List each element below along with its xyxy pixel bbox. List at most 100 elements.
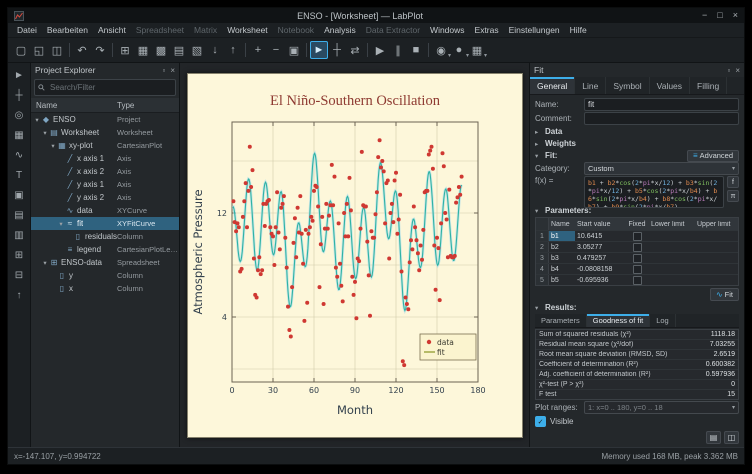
- param-name-cell[interactable]: b1: [549, 231, 575, 241]
- tree-item-y[interactable]: ▯yColumn: [31, 269, 179, 282]
- advanced-fit-button[interactable]: ≡ Advanced: [687, 150, 739, 162]
- tree-item-x-axis-2[interactable]: ╱x axis 2Axis: [31, 165, 179, 178]
- fixed-checkbox[interactable]: [633, 243, 642, 252]
- tree-item-enso[interactable]: ▾◆ENSOProject: [31, 113, 179, 126]
- redo-icon[interactable]: ↷: [91, 41, 109, 59]
- menu-datei[interactable]: Datei: [12, 25, 42, 35]
- functions-button[interactable]: f: [727, 176, 739, 188]
- fit-dock-close-icon[interactable]: ×: [735, 66, 740, 75]
- menu-einstellungen[interactable]: Einstellungen: [504, 25, 565, 35]
- chevron-down-icon[interactable]: ▾: [49, 142, 57, 150]
- zoom-tool-icon[interactable]: ◎: [11, 107, 27, 123]
- parameters-section-header[interactable]: ▾ Parameters:: [535, 205, 739, 216]
- tree-item-enso-data[interactable]: ▾⊞ENSO-dataSpreadsheet: [31, 256, 179, 269]
- fit-dock-float-icon[interactable]: ▫: [727, 66, 730, 75]
- tab-filling[interactable]: Filling: [690, 77, 727, 94]
- export-worksheet-tool-icon[interactable]: ↑: [11, 287, 27, 303]
- name-input[interactable]: [584, 98, 739, 111]
- param-name-cell[interactable]: b4: [549, 264, 575, 274]
- fixed-checkbox[interactable]: [633, 265, 642, 274]
- chevron-down-icon[interactable]: ▾: [41, 129, 49, 137]
- chevron-down-icon[interactable]: ▾: [33, 116, 41, 124]
- fixed-checkbox[interactable]: [633, 232, 642, 241]
- new-workbook-icon[interactable]: ⊞: [116, 41, 134, 59]
- param-row-b5[interactable]: 5b5-0.695936: [536, 274, 738, 285]
- plot-tools-icon[interactable]: ▦▾: [468, 41, 486, 59]
- save-results-button[interactable]: ◫: [724, 431, 739, 444]
- zoom-select-icon[interactable]: ◉▾: [432, 41, 450, 59]
- tree-item-x-axis-1[interactable]: ╱x axis 1Axis: [31, 152, 179, 165]
- data-section-header[interactable]: ▸ Data: [535, 126, 739, 137]
- grid-layout-tool-icon[interactable]: ⊞: [11, 247, 27, 263]
- minimize-button[interactable]: −: [702, 8, 707, 23]
- export-results-button[interactable]: ▤: [706, 431, 721, 444]
- tree-item-y-axis-1[interactable]: ╱y axis 1Axis: [31, 178, 179, 191]
- magnification-icon[interactable]: ●▾: [450, 41, 468, 59]
- add-image-tool-icon[interactable]: ▣: [11, 187, 27, 203]
- param-row-b3[interactable]: 3b30.479257: [536, 252, 738, 263]
- results-section-header[interactable]: ▾ Results:: [535, 302, 739, 313]
- param-start-value[interactable]: -0.695936: [575, 277, 625, 284]
- search-input[interactable]: [48, 82, 172, 93]
- param-start-value[interactable]: 10.6415: [575, 233, 625, 240]
- tree-item-worksheet[interactable]: ▾▤WorksheetWorksheet: [31, 126, 179, 139]
- fixed-checkbox[interactable]: [633, 276, 642, 285]
- results-tab-log[interactable]: Log: [650, 314, 676, 327]
- add-text-tool-icon[interactable]: T: [11, 167, 27, 183]
- menu-analysis[interactable]: Analysis: [319, 25, 361, 35]
- worksheet-view[interactable]: 0306090120150180412El Niño-Southern Osci…: [180, 63, 529, 447]
- crosshair-mode-icon[interactable]: ┼: [328, 41, 346, 59]
- tree-item-residuals[interactable]: ▯residualsColumn: [31, 230, 179, 243]
- param-row-b1[interactable]: 1b110.6415: [536, 230, 738, 241]
- vertical-layout-tool-icon[interactable]: ▤: [11, 207, 27, 223]
- chevron-down-icon[interactable]: ▾: [41, 259, 49, 267]
- param-row-b4[interactable]: 4b4-0.0808158: [536, 263, 738, 274]
- visible-checkbox[interactable]: ✓: [535, 416, 546, 427]
- select-tool-icon[interactable]: ►: [11, 67, 27, 83]
- category-select[interactable]: Custom ▾: [584, 162, 739, 175]
- tree-item-legend[interactable]: ≡legendCartesianPlotLegend: [31, 243, 179, 256]
- new-worksheet-icon[interactable]: ▤: [170, 41, 188, 59]
- document-new-icon[interactable]: ▢: [12, 41, 30, 59]
- worksheet-page[interactable]: 0306090120150180412El Niño-Southern Osci…: [187, 73, 523, 438]
- crosshair-tool-icon[interactable]: ┼: [11, 87, 27, 103]
- select-mode-icon[interactable]: ►: [310, 41, 328, 59]
- run-fit-button[interactable]: ∿ Fit: [710, 288, 739, 301]
- close-button[interactable]: ×: [733, 8, 738, 23]
- constants-button[interactable]: π: [727, 190, 739, 202]
- export-data-icon[interactable]: ↑: [224, 41, 242, 59]
- zoom-fit-icon[interactable]: ▣: [285, 41, 303, 59]
- param-start-value[interactable]: -0.0808158: [575, 266, 625, 273]
- add-plot-tool-icon[interactable]: ▦: [11, 127, 27, 143]
- dock-float-icon[interactable]: ▫: [163, 66, 166, 75]
- menu-ansicht[interactable]: Ansicht: [93, 25, 131, 35]
- explorer-column-headers[interactable]: Name Type: [31, 98, 179, 113]
- param-start-value[interactable]: 3.05277: [575, 244, 625, 251]
- fixed-checkbox[interactable]: [633, 254, 642, 263]
- document-save-icon[interactable]: ◫: [48, 41, 66, 59]
- results-tab-goodness-of-fit[interactable]: Goodness of fit: [587, 314, 650, 327]
- presenter-play-icon[interactable]: ▶: [371, 41, 389, 59]
- new-matrix-icon[interactable]: ▩: [152, 41, 170, 59]
- tab-line[interactable]: Line: [575, 77, 606, 94]
- xy-plot[interactable]: 0306090120150180412El Niño-Southern Osci…: [188, 74, 522, 437]
- menu-extras[interactable]: Extras: [470, 25, 504, 35]
- presenter-pause-icon[interactable]: ∥: [389, 41, 407, 59]
- menu-windows[interactable]: Windows: [425, 25, 469, 35]
- chevron-down-icon[interactable]: ▾: [57, 220, 65, 228]
- tab-symbol[interactable]: Symbol: [606, 77, 649, 94]
- menu-hilfe[interactable]: Hilfe: [565, 25, 592, 35]
- tab-general[interactable]: General: [530, 77, 575, 94]
- column-header-type[interactable]: Type: [117, 101, 179, 110]
- presenter-stop-icon[interactable]: ■: [407, 41, 425, 59]
- weights-section-header[interactable]: ▸ Weights: [535, 138, 739, 149]
- horizontal-layout-tool-icon[interactable]: ▥: [11, 227, 27, 243]
- tree-item-fit[interactable]: ▾≈fitXYFitCurve: [31, 217, 179, 230]
- new-spreadsheet-icon[interactable]: ▦: [134, 41, 152, 59]
- param-row-b2[interactable]: 2b23.05277: [536, 241, 738, 252]
- no-layout-tool-icon[interactable]: ⊟: [11, 267, 27, 283]
- document-open-icon[interactable]: ◱: [30, 41, 48, 59]
- search-filter-box[interactable]: [34, 79, 176, 96]
- zoom-out-icon[interactable]: −: [267, 41, 285, 59]
- dock-close-icon[interactable]: ×: [170, 66, 175, 75]
